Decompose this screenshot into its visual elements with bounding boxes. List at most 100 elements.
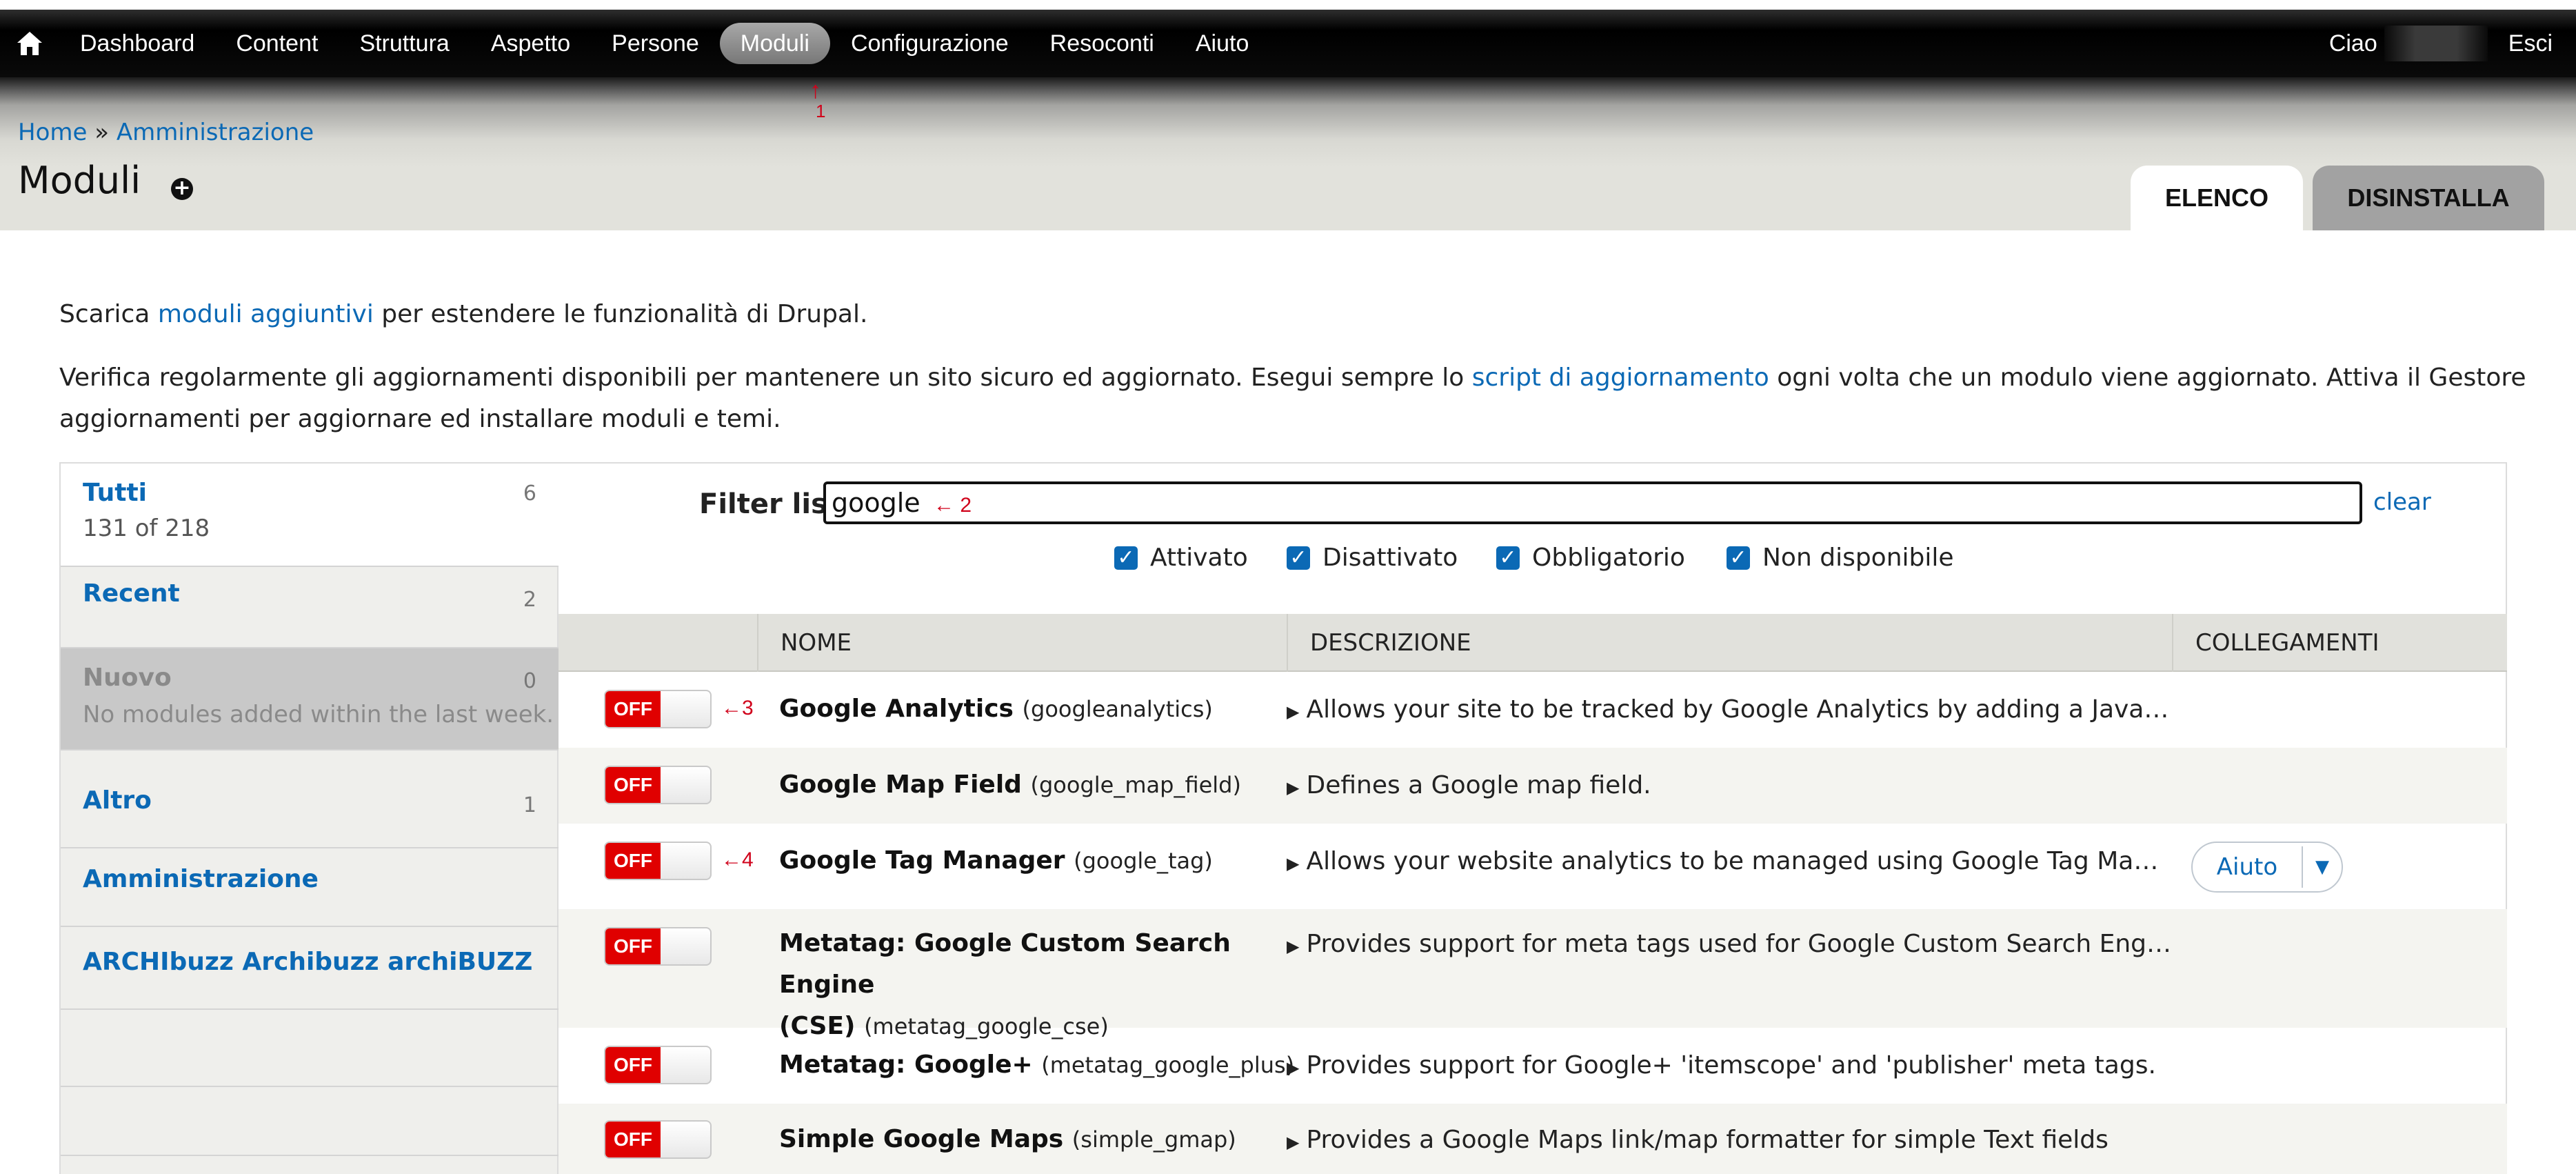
module-name: Simple Google Maps (simple_gmap)	[779, 1119, 1236, 1160]
module-toggle[interactable]: OFF	[604, 690, 712, 728]
page-title: Moduli	[18, 159, 141, 202]
module-toggle[interactable]: OFF	[604, 1046, 712, 1084]
sidebar-item-count: 0	[523, 669, 536, 693]
checkbox-enabled[interactable]: ✓ Attivato	[1114, 544, 1248, 572]
checkbox-checked-icon[interactable]: ✓	[1496, 546, 1520, 570]
sidebar-item-sub: 131 of 218	[83, 515, 210, 542]
intro-updates: Verifica regolarmente gli aggiornamenti …	[59, 357, 2542, 440]
intro-text: per estendere le funzionalità di Drupal.	[373, 300, 868, 328]
breadcrumb-home[interactable]: Home	[18, 119, 87, 146]
help-button[interactable]: Aiuto	[2193, 846, 2303, 888]
sidebar-item-all[interactable]: Tutti 6 131 of 218	[61, 464, 559, 567]
checkbox-required[interactable]: ✓ Obbligatorio	[1496, 544, 1685, 572]
module-description[interactable]: ▶ Provides support for Google+ 'itemscope…	[1287, 1051, 2156, 1080]
intro-text: Verifica regolarmente gli aggiornamenti …	[59, 364, 1472, 392]
checkbox-checked-icon[interactable]: ✓	[1114, 546, 1138, 570]
breadcrumb-admin[interactable]: Amministrazione	[117, 119, 314, 146]
toolbar-structure[interactable]: Struttura	[339, 23, 470, 64]
sidebar-item-administration[interactable]: Amministrazione	[61, 848, 559, 927]
module-description[interactable]: ▶ Allows your website analytics to be man…	[1287, 847, 2158, 875]
intro-text: Scarica	[59, 300, 158, 328]
table-row: OFF Metatag: Google Custom Search Engine…	[559, 909, 2507, 1040]
expand-triangle-icon[interactable]: ▶	[1287, 1133, 1299, 1152]
sidebar-item-count: 2	[523, 588, 536, 612]
checkbox-checked-icon[interactable]: ✓	[1287, 546, 1310, 570]
toolbar-modules[interactable]: Moduli	[719, 23, 830, 64]
module-toggle[interactable]: OFF	[604, 927, 712, 966]
expand-triangle-icon[interactable]: ▶	[1287, 702, 1299, 722]
module-description-text: Provides a Google Maps link/map formatte…	[1306, 1126, 2109, 1154]
sidebar-item-label: Amministrazione	[83, 865, 319, 893]
toolbar-help[interactable]: Aiuto	[1175, 23, 1270, 64]
expand-triangle-icon[interactable]: ▶	[1287, 1058, 1299, 1077]
module-title: Metatag: Google Custom Search Engine	[779, 929, 1231, 999]
module-title: Google Tag Manager	[779, 846, 1065, 875]
filter-input[interactable]	[823, 481, 2362, 524]
checkbox-label: Obbligatorio	[1532, 544, 1685, 572]
table-row: OFF Metatag: Google+ (metatag_google_plu…	[559, 1028, 2507, 1104]
column-description: DESCRIZIONE	[1287, 614, 2173, 672]
checkbox-unavailable[interactable]: ✓ Non disponibile	[1727, 544, 1954, 572]
update-script-link[interactable]: script di aggiornamento	[1472, 364, 1769, 392]
sidebar-item-archibuzz[interactable]: ARCHIbuzz Archibuzz archiBUZZ	[61, 927, 559, 1010]
module-name: Google Tag Manager (google_tag)	[779, 840, 1213, 882]
module-toggle[interactable]: OFF	[604, 766, 712, 804]
toolbar-content[interactable]: Content	[215, 23, 339, 64]
module-name: Google Analytics (googleanalytics)	[779, 688, 1213, 730]
toggle-off-label: OFF	[605, 928, 661, 964]
toolbar-dashboard[interactable]: Dashboard	[59, 23, 215, 64]
module-machine-name: (google_map_field)	[1030, 772, 1241, 798]
module-description[interactable]: ▶ Allows your site to be tracked by Googl…	[1287, 695, 2169, 724]
module-description[interactable]: ▶ Defines a Google map field.	[1287, 771, 1651, 799]
module-title: Metatag: Google+	[779, 1051, 1033, 1079]
annotation-1: 1	[816, 101, 826, 121]
module-machine-name: (googleanalytics)	[1022, 696, 1213, 722]
sidebar-item-empty[interactable]	[61, 1010, 559, 1087]
additional-modules-link[interactable]: moduli aggiuntivi	[158, 300, 374, 328]
checkbox-checked-icon[interactable]: ✓	[1727, 546, 1750, 570]
table-row: OFF Google Map Field (google_map_field) …	[559, 748, 2507, 824]
column-links: COLLEGAMENTI	[2172, 614, 2507, 672]
module-title: Google Map Field	[779, 770, 1022, 799]
sidebar-item-label: Altro	[83, 786, 152, 815]
filter-clear-link[interactable]: clear	[2373, 488, 2431, 516]
redacted-username[interactable]	[2384, 26, 2488, 61]
expand-triangle-icon[interactable]: ▶	[1287, 937, 1299, 956]
sidebar-item-other[interactable]: Altro 1	[61, 767, 559, 848]
module-description-text: Provides support for Google+ 'itemscope'…	[1306, 1051, 2156, 1080]
modules-container: Tutti 6 131 of 218 Recent 2 Nuovo 0 No m…	[59, 462, 2507, 1174]
expand-triangle-icon[interactable]: ▶	[1287, 854, 1299, 873]
toolbar-appearance[interactable]: Aspetto	[470, 23, 591, 64]
annotation-number: 4	[742, 848, 754, 871]
toggle-off-label: OFF	[605, 1122, 661, 1157]
expand-triangle-icon[interactable]: ▶	[1287, 778, 1299, 797]
checkbox-disabled[interactable]: ✓ Disattivato	[1287, 544, 1458, 572]
toolbar-people[interactable]: Persone	[591, 23, 720, 64]
help-dropbutton[interactable]: Aiuto ▼	[2191, 842, 2343, 893]
home-icon[interactable]	[0, 10, 59, 77]
toolbar-configuration[interactable]: Configurazione	[830, 23, 1029, 64]
admin-toolbar: Dashboard Content Struttura Aspetto Pers…	[0, 10, 2576, 77]
module-description-text: Provides support for meta tags used for …	[1306, 930, 2172, 958]
tab-uninstall[interactable]: DISINSTALLA	[2313, 166, 2544, 230]
tab-list[interactable]: ELENCO	[2131, 166, 2303, 230]
sidebar-item-empty[interactable]	[61, 1087, 559, 1156]
logout-link[interactable]: Esci	[2502, 23, 2576, 64]
checkbox-label: Non disponibile	[1762, 544, 1954, 572]
page-header: ↑ 1 Home » Amministrazione Moduli + ELEN…	[0, 77, 2576, 230]
table-row: OFF Simple Google Maps (simple_gmap) ▶ Pr…	[559, 1104, 2507, 1174]
sidebar-item-recent[interactable]: Recent 2	[61, 567, 559, 648]
module-description[interactable]: ▶ Provides support for meta tags used for…	[1287, 930, 2171, 958]
toolbar-reports[interactable]: Resoconti	[1029, 23, 1175, 64]
sidebar-item-label: Nuovo	[83, 664, 172, 692]
module-toggle[interactable]: OFF	[604, 1120, 712, 1159]
module-toggle[interactable]: OFF	[604, 842, 712, 880]
sidebar-item-label: Tutti	[83, 479, 147, 507]
module-description[interactable]: ▶ Provides a Google Maps link/map formatt…	[1287, 1126, 2109, 1154]
chevron-down-icon[interactable]: ▼	[2303, 857, 2342, 877]
sidebar-item-count: 6	[523, 481, 536, 506]
intro-download: Scarica moduli aggiuntivi per estendere …	[59, 294, 867, 335]
add-shortcut-icon[interactable]: +	[171, 178, 193, 200]
toggle-off-label: OFF	[605, 691, 661, 727]
table-row: OFF ←3 Google Analytics (googleanalytics…	[559, 672, 2507, 748]
